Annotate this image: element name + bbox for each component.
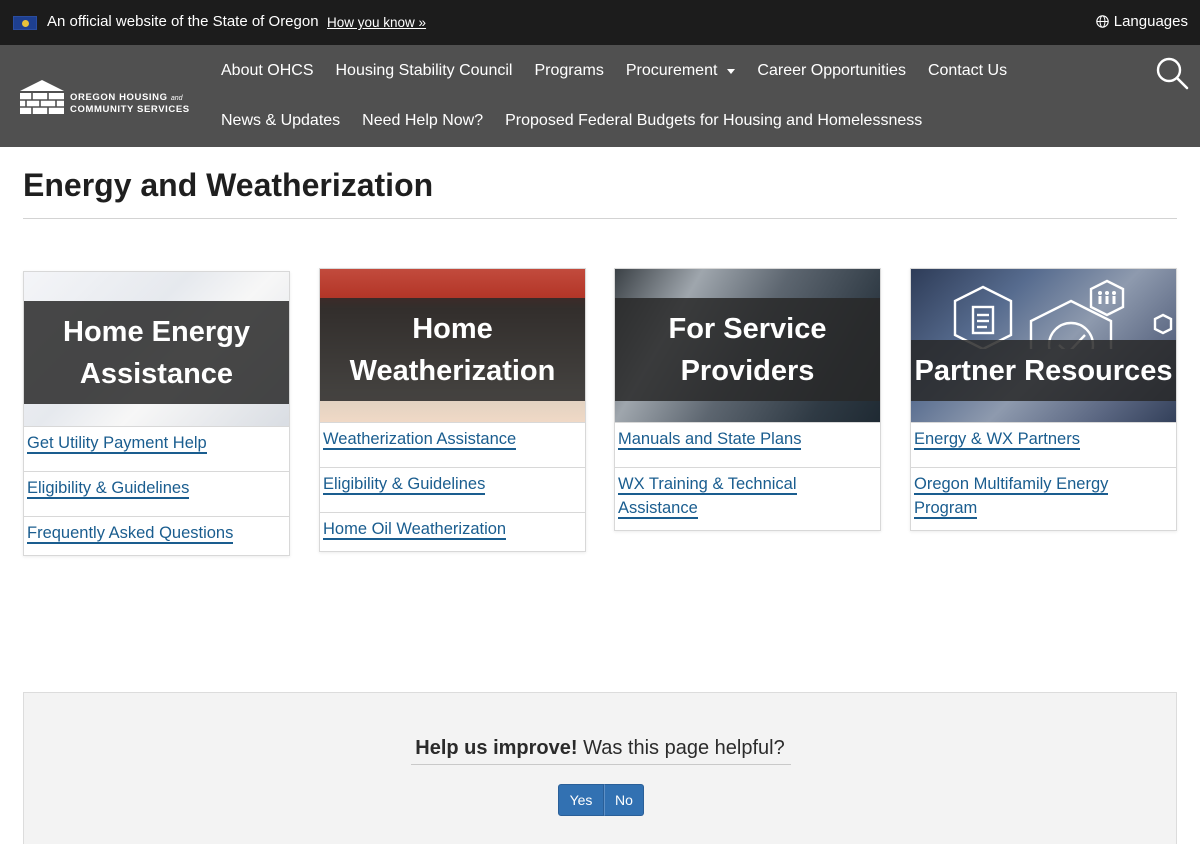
oregon-flag-icon (13, 16, 37, 30)
link-frequently-asked-questions[interactable]: Frequently Asked Questions (24, 516, 289, 547)
card-image-service-providers: For Service Providers (615, 269, 880, 422)
card-for-service-providers: For Service Providers Manuals and State … (614, 268, 881, 531)
nav-career-opportunities[interactable]: Career Opportunities (746, 61, 917, 81)
link-energy-wx-partners[interactable]: Energy & WX Partners (911, 422, 1176, 453)
link-eligibility-guidelines[interactable]: Eligibility & Guidelines (24, 471, 289, 502)
link-weatherization-assistance[interactable]: Weatherization Assistance (320, 422, 585, 453)
logo-line1: OREGON HOUSING (70, 92, 168, 103)
logo-text: OREGON HOUSING and COMMUNITY SERVICES (70, 92, 190, 115)
card-links: Energy & WX Partners Oregon Multifamily … (911, 422, 1176, 530)
card-title[interactable]: Home Weatherization (320, 298, 585, 401)
feedback-question: Help us improve! Was this page helpful? (24, 737, 1176, 760)
languages-label: Languages (1113, 13, 1188, 30)
page-title: Energy and Weatherization (23, 167, 434, 203)
card-title[interactable]: Partner Resources (911, 340, 1176, 401)
official-banner-text: An official website of the State of Oreg… (47, 13, 319, 30)
nav-federal-budgets[interactable]: Proposed Federal Budgets for Housing and… (494, 111, 933, 131)
languages-button[interactable]: Languages (1095, 13, 1188, 30)
globe-icon (1095, 15, 1109, 28)
card-link-text: Eligibility & Guidelines (323, 475, 486, 495)
link-oregon-multifamily-energy-program[interactable]: Oregon Multifamily Energy Program (911, 467, 1176, 522)
link-manuals-state-plans[interactable]: Manuals and State Plans (615, 422, 880, 453)
nav-procurement-label: Procurement (625, 62, 718, 79)
nav-procurement[interactable]: Procurement (615, 61, 747, 81)
house-logo-icon (20, 80, 64, 114)
search-icon[interactable] (1155, 56, 1189, 90)
link-eligibility-guidelines[interactable]: Eligibility & Guidelines (320, 467, 585, 498)
card-image-partner-resources: Partner Resources (911, 269, 1176, 422)
card-link-text: Frequently Asked Questions (27, 524, 234, 544)
card-home-energy-assistance: Home Energy Assistance Get Utility Payme… (23, 271, 290, 556)
card-link-text: Oregon Multifamily Energy Program (914, 475, 1109, 519)
card-partner-resources: Partner Resources Energy & WX Partners O… (910, 268, 1177, 531)
nav-need-help-now[interactable]: Need Help Now? (351, 111, 494, 131)
card-link-text: Home Oil Weatherization (323, 520, 507, 540)
card-title[interactable]: For Service Providers (615, 298, 880, 401)
nav-about-ohcs[interactable]: About OHCS (221, 61, 324, 81)
link-wx-training-technical-assistance[interactable]: WX Training & Technical Assistance (615, 467, 880, 522)
link-get-utility-payment-help[interactable]: Get Utility Payment Help (24, 426, 289, 457)
card-title[interactable]: Home Energy Assistance (24, 301, 289, 404)
official-banner: An official website of the State of Oreg… (0, 0, 1200, 45)
link-home-oil-weatherization[interactable]: Home Oil Weatherization (320, 512, 585, 543)
card-links: Manuals and State Plans WX Training & Te… (615, 422, 880, 530)
title-divider (23, 218, 1177, 219)
no-button[interactable]: No (604, 784, 644, 816)
card-home-weatherization: Home Weatherization Weatherization Assis… (319, 268, 586, 552)
card-links: Get Utility Payment Help Eligibility & G… (24, 426, 289, 555)
main-nav-row-2: News & Updates Need Help Now? Proposed F… (221, 111, 933, 131)
card-links: Weatherization Assistance Eligibility & … (320, 422, 585, 551)
partner-network-icons (953, 279, 1173, 349)
card-link-text: Eligibility & Guidelines (27, 479, 190, 499)
card-link-text: Manuals and State Plans (618, 430, 802, 450)
card-image-utility-bills: Home Energy Assistance (24, 272, 289, 426)
main-nav-row-1: About OHCS Housing Stability Council Pro… (221, 61, 1018, 81)
nav-contact-us[interactable]: Contact Us (917, 61, 1018, 81)
card-link-text: Energy & WX Partners (914, 430, 1080, 450)
feedback-bold: Help us improve! (415, 737, 578, 759)
ohcs-logo[interactable]: OREGON HOUSING and COMMUNITY SERVICES (18, 79, 190, 115)
logo-and: and (170, 95, 183, 102)
card-link-text: Get Utility Payment Help (27, 434, 207, 454)
nav-news-updates[interactable]: News & Updates (221, 111, 351, 131)
feedback-question-text: Was this page helpful? (577, 737, 785, 759)
caret-down-icon (727, 68, 736, 74)
yes-button[interactable]: Yes (558, 784, 604, 816)
feedback-divider (411, 764, 791, 765)
feedback-buttons: Yes No (558, 784, 644, 816)
feedback-section: Help us improve! Was this page helpful? … (23, 692, 1177, 844)
nav-programs[interactable]: Programs (523, 61, 614, 81)
card-link-text: WX Training & Technical Assistance (618, 475, 797, 519)
logo-line2: COMMUNITY SERVICES (70, 104, 190, 115)
site-header: OREGON HOUSING and COMMUNITY SERVICES Ab… (0, 45, 1200, 147)
how-you-know-link[interactable]: How you know » (327, 15, 426, 30)
nav-housing-stability-council[interactable]: Housing Stability Council (324, 61, 523, 81)
card-image-weatherization: Home Weatherization (320, 269, 585, 422)
card-link-text: Weatherization Assistance (323, 430, 517, 450)
